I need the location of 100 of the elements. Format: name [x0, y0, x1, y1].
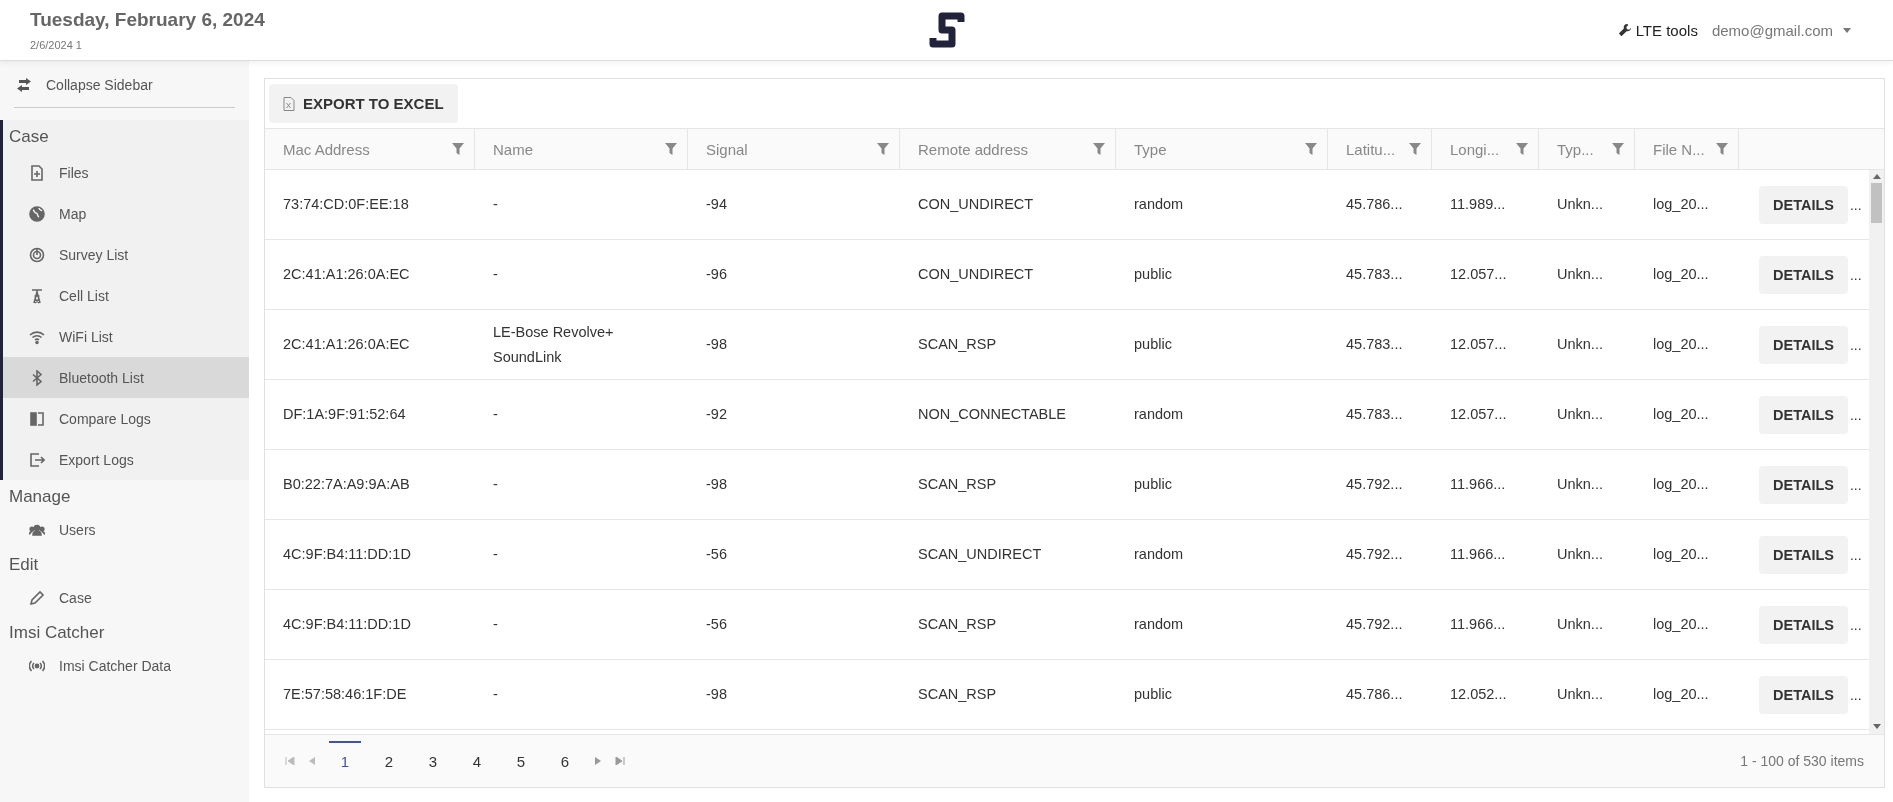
- column-header[interactable]: Remote address: [900, 129, 1116, 169]
- table-cell-text: 45.786...: [1345, 685, 1404, 705]
- sidebar-item[interactable]: Case: [3, 580, 249, 616]
- details-button[interactable]: DETAILS: [1759, 605, 1848, 644]
- scrollbar[interactable]: [1869, 170, 1884, 734]
- table-cell-text: public: [1133, 685, 1173, 705]
- sidebar-item[interactable]: Users: [3, 512, 249, 548]
- table-cell-text: 45.792...: [1345, 615, 1404, 635]
- page-button[interactable]: 3: [417, 741, 449, 781]
- table-cell-text: log_20...: [1652, 545, 1710, 565]
- table-cell-text: -98: [705, 335, 728, 355]
- sidebar-item[interactable]: Bluetooth List: [3, 357, 249, 398]
- sidebar-item[interactable]: Files: [3, 152, 249, 193]
- sidebar-item[interactable]: Export Logs: [3, 439, 249, 480]
- table-cell-text: -56: [705, 545, 728, 565]
- tools-link[interactable]: LTE tools: [1617, 21, 1698, 39]
- filter-icon[interactable]: [877, 143, 889, 155]
- section-title: Edit: [8, 554, 40, 576]
- filter-icon[interactable]: [452, 143, 464, 155]
- filter-icon[interactable]: [1093, 143, 1105, 155]
- details-button[interactable]: DETAILS: [1759, 255, 1848, 294]
- table-cell-text: 12.052...: [1449, 685, 1508, 705]
- table-cell-text: -: [492, 405, 499, 425]
- table-cell-text: Unkn...: [1556, 405, 1604, 425]
- table-cell-text: -: [492, 615, 499, 635]
- scrollbar-thumb[interactable]: [1871, 183, 1882, 223]
- table-cell: ...: [1849, 546, 1862, 563]
- table-cell-text: log_20...: [1652, 195, 1710, 215]
- table-cell-text: 12.057...: [1449, 335, 1508, 355]
- table-cell-text: log_20...: [1652, 685, 1710, 705]
- filter-icon[interactable]: [1612, 143, 1624, 155]
- filter-icon[interactable]: [665, 143, 677, 155]
- table-cell-text: 2C:41:A1:26:0A:EC: [282, 265, 411, 285]
- sidebar-item[interactable]: Map: [3, 193, 249, 234]
- table-cell-text: 45.786...: [1345, 195, 1404, 215]
- table-cell: ...: [1849, 196, 1862, 213]
- page-title: Tuesday, February 6, 2024: [30, 9, 266, 31]
- table-cell-text: 4C:9F:B4:11:DD:1D: [282, 545, 412, 565]
- previous-page-icon[interactable]: [307, 757, 317, 765]
- scroll-up-icon[interactable]: [1872, 174, 1881, 179]
- table-cell-text: 45.783...: [1345, 265, 1404, 285]
- pagination-info: 1 - 100 of 530 items: [1740, 753, 1864, 769]
- export-to-excel-button[interactable]: EXPORT TO EXCEL: [269, 84, 458, 123]
- table-cell-text: 45.783...: [1345, 405, 1404, 425]
- last-page-icon[interactable]: [615, 757, 625, 765]
- table-cell-text: log_20...: [1652, 405, 1710, 425]
- page-button[interactable]: 6: [549, 741, 581, 781]
- table-cell-text: 12.057...: [1449, 265, 1508, 285]
- sidebar-item[interactable]: Cell List: [3, 275, 249, 316]
- filter-icon[interactable]: [1305, 143, 1317, 155]
- page-button[interactable]: 2: [373, 741, 405, 781]
- user-menu[interactable]: demo@gmail.com: [1711, 21, 1863, 39]
- page-subtitle: 2/6/2024 1: [30, 39, 83, 51]
- details-button[interactable]: DETAILS: [1759, 325, 1848, 364]
- details-button[interactable]: DETAILS: [1759, 535, 1848, 574]
- sidebar-item[interactable]: Compare Logs: [3, 398, 249, 439]
- collapse-sidebar-button[interactable]: Collapse Sidebar: [0, 61, 249, 107]
- details-button[interactable]: DETAILS: [1759, 675, 1848, 714]
- first-page-icon[interactable]: [285, 757, 295, 765]
- table-cell-text: NON_CONNECTABLE: [917, 405, 1067, 425]
- details-button[interactable]: DETAILS: [1759, 185, 1848, 224]
- filter-icon[interactable]: [1409, 143, 1421, 155]
- column-header[interactable]: File N...: [1635, 129, 1739, 169]
- table-cell-text: log_20...: [1652, 335, 1710, 355]
- page-button[interactable]: 5: [505, 741, 537, 781]
- table-cell-text: 45.792...: [1345, 475, 1404, 495]
- sidebar-item[interactable]: Imsi Catcher Data: [3, 648, 249, 684]
- table-cell-text: public: [1133, 335, 1173, 355]
- scroll-down-icon[interactable]: [1872, 724, 1881, 729]
- table-cell-text: 2C:41:A1:26:0A:EC: [282, 335, 411, 355]
- column-header[interactable]: Mac Address: [265, 129, 475, 169]
- table-cell-text: 73:74:CD:0F:EE:18: [282, 195, 410, 215]
- table-cell-text: LE-Bose Revolve+ SoundLink: [492, 322, 615, 367]
- wrench-icon: [1617, 23, 1632, 37]
- filter-icon[interactable]: [1716, 143, 1728, 155]
- table-cell-text: Unkn...: [1556, 265, 1604, 285]
- broadcast-icon: [29, 658, 45, 674]
- page-button[interactable]: 1: [329, 741, 361, 781]
- table-cell-text: B0:22:7A:A9:9A:AB: [282, 475, 411, 495]
- next-page-icon[interactable]: [593, 757, 603, 765]
- table-cell-text: CON_UNDIRECT: [917, 265, 1035, 285]
- pencil-icon: [29, 590, 45, 606]
- column-header[interactable]: Name: [475, 129, 688, 169]
- sidebar-item[interactable]: WiFi List: [3, 316, 249, 357]
- table-cell: ...: [1849, 476, 1862, 493]
- target-icon: [29, 246, 45, 263]
- details-button[interactable]: DETAILS: [1759, 395, 1848, 434]
- filter-icon[interactable]: [1516, 143, 1528, 155]
- table-cell-text: 11.966...: [1449, 475, 1507, 495]
- table-cell-text: random: [1133, 195, 1185, 215]
- table-cell-text: -56: [705, 615, 728, 635]
- table-cell-text: Unkn...: [1556, 615, 1604, 635]
- table-cell-text: log_20...: [1652, 475, 1710, 495]
- table-cell-text: public: [1133, 475, 1173, 495]
- page-button[interactable]: 4: [461, 741, 493, 781]
- details-button[interactable]: DETAILS: [1759, 465, 1848, 504]
- table-cell: ...: [1849, 406, 1862, 423]
- table-cell-text: 11.966...: [1449, 545, 1507, 565]
- table-cell-text: DF:1A:9F:91:52:64: [282, 405, 407, 425]
- sidebar-item[interactable]: Survey List: [3, 234, 249, 275]
